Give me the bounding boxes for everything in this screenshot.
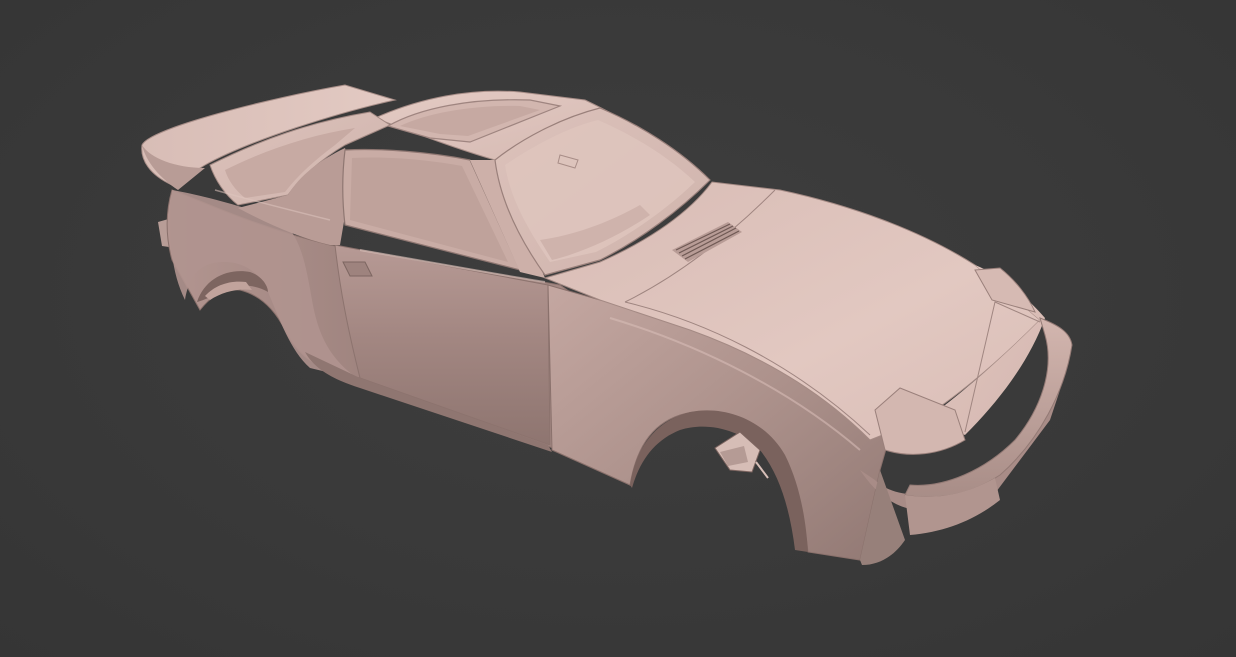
car-body-model[interactable] bbox=[0, 0, 1236, 657]
3d-viewport[interactable] bbox=[0, 0, 1236, 657]
